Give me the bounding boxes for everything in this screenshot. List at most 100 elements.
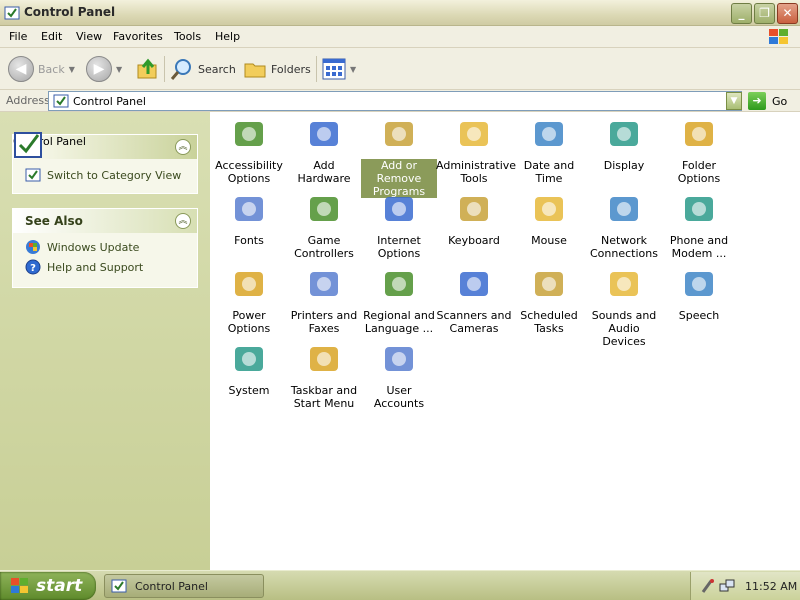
system-tray: 11:52 AM (690, 572, 800, 600)
control-panel-item-label: Taskbar and Start Menu (290, 384, 358, 410)
control-panel-item[interactable]: Folder Options (661, 116, 737, 185)
address-label: Address (6, 94, 50, 107)
menu-bar: File Edit View Favorites Tools Help (0, 26, 800, 48)
chevron-down-icon[interactable]: ▼ (69, 65, 75, 74)
control-panel-item[interactable]: Power Options (211, 266, 287, 335)
control-panel-item-label: Mouse (531, 234, 567, 247)
switch-category-view-link[interactable]: Switch to Category View (13, 165, 197, 185)
taskbar-button-control-panel[interactable]: Control Panel (104, 574, 264, 598)
chevron-down-icon[interactable]: ▼ (350, 65, 356, 74)
control-panel-item[interactable]: Regional and Language ... (361, 266, 437, 335)
forward-button[interactable]: ▶ ▼ (86, 54, 122, 84)
user-accounts-icon (385, 347, 413, 371)
control-panel-item[interactable]: System (211, 341, 287, 397)
control-panel-item-label: Scanners and Cameras (436, 309, 512, 335)
menu-edit[interactable]: Edit (41, 30, 62, 43)
collapse-icon[interactable]: ︽ (175, 139, 191, 155)
control-panel-item[interactable]: Scheduled Tasks (511, 266, 587, 335)
back-label: Back (38, 62, 65, 76)
scheduled-tasks-icon (535, 272, 563, 296)
control-panel-item[interactable]: Speech (661, 266, 737, 322)
control-panel-item-label: Printers and Faxes (290, 309, 358, 335)
tools-tray-icon[interactable] (701, 578, 715, 594)
control-panel-item[interactable]: Taskbar and Start Menu (286, 341, 362, 410)
items-view: Accessibility Options Add Hardware Add or … (210, 112, 800, 570)
date-time-icon (535, 122, 563, 146)
control-panel-item[interactable]: Fonts (211, 191, 287, 247)
clock[interactable]: 11:52 AM (745, 580, 797, 593)
control-panel-item[interactable]: Game Controllers (286, 191, 362, 260)
views-icon (322, 58, 346, 80)
start-label: start (36, 576, 83, 596)
folders-button[interactable]: Folders (243, 54, 311, 84)
control-panel-item[interactable]: Mouse (511, 191, 587, 247)
close-button[interactable]: ✕ (777, 3, 798, 24)
menu-view[interactable]: View (76, 30, 102, 43)
windows-logo-icon (769, 29, 788, 44)
toolbar: ◀ Back ▼ ▶ ▼ Search Folders ▼ (0, 48, 800, 90)
control-panel-item-label: Regional and Language ... (363, 309, 435, 335)
control-panel-item[interactable]: User Accounts (361, 341, 437, 410)
see-also-panel: See Also ︽ Windows Update ? Help and Sup… (12, 208, 198, 288)
minimize-button[interactable]: _ (731, 3, 752, 24)
address-dropdown-button[interactable]: ▼ (726, 92, 742, 110)
start-button[interactable]: start (0, 572, 96, 600)
control-panel-item[interactable]: Add or Remove Programs (361, 116, 437, 198)
control-panel-item-label: Phone and Modem ... (669, 234, 729, 260)
address-value: Control Panel (73, 94, 146, 108)
control-panel-item-label: Add Hardware (297, 159, 351, 185)
folders-label: Folders (271, 62, 311, 76)
network-connections-icon (610, 197, 638, 221)
control-panel-icon (4, 6, 20, 20)
control-panel-item[interactable]: Display (586, 116, 662, 172)
menu-help[interactable]: Help (215, 30, 240, 43)
control-panel-item[interactable]: Network Connections (586, 191, 662, 260)
control-panel-item[interactable]: Keyboard (436, 191, 512, 247)
go-button[interactable]: ➜ Go (748, 92, 787, 110)
panel-header[interactable]: See Also ︽ (13, 209, 197, 233)
control-panel-item[interactable]: Add Hardware (286, 116, 362, 185)
control-panel-icon (14, 132, 42, 158)
phone-modem-icon (685, 197, 713, 221)
control-panel-item[interactable]: Sounds and Audio Devices (586, 266, 662, 348)
taskbar: start Control Panel 11:52 AM (0, 570, 800, 600)
up-folder-icon (137, 58, 157, 79)
views-button[interactable]: ▼ (322, 54, 356, 84)
keyboard-icon (460, 197, 488, 221)
collapse-icon[interactable]: ︽ (175, 213, 191, 229)
control-panel-item-label: Folder Options (677, 159, 721, 185)
address-input[interactable]: Control Panel (48, 91, 742, 111)
menu-file[interactable]: File (9, 30, 27, 43)
help-support-link[interactable]: ? Help and Support (13, 257, 197, 277)
menu-tools[interactable]: Tools (174, 30, 201, 43)
up-folder-button[interactable] (136, 54, 160, 84)
control-panel-item[interactable]: Scanners and Cameras (436, 266, 512, 335)
control-panel-item[interactable]: Accessibility Options (211, 116, 287, 185)
window-title: Control Panel (24, 5, 116, 19)
back-arrow-icon: ◀ (8, 56, 34, 82)
control-panel-item[interactable]: Printers and Faxes (286, 266, 362, 335)
taskbar-start-menu-icon (310, 347, 338, 371)
regional-language-icon (385, 272, 413, 296)
title-bar[interactable]: Control Panel _ ❐ ✕ (0, 0, 800, 26)
control-panel-item[interactable]: Date and Time (511, 116, 587, 185)
search-button[interactable]: Search (170, 54, 236, 84)
control-panel-icon (25, 168, 41, 182)
control-panel-item-label: Keyboard (448, 234, 500, 247)
maximize-button[interactable]: ❐ (754, 3, 775, 24)
control-panel-item[interactable]: Internet Options (361, 191, 437, 260)
chevron-down-icon[interactable]: ▼ (116, 65, 122, 74)
go-arrow-icon: ➜ (748, 92, 766, 110)
panel-header[interactable]: Control Panel ︽ (13, 132, 197, 159)
panel-title: See Also (25, 214, 83, 228)
network-tray-icon[interactable] (719, 578, 735, 594)
system-icon (235, 347, 263, 371)
printers-faxes-icon (310, 272, 338, 296)
control-panel-item[interactable]: Phone and Modem ... (661, 191, 737, 260)
go-label: Go (772, 94, 788, 108)
windows-update-link[interactable]: Windows Update (13, 237, 197, 257)
back-button[interactable]: ◀ Back ▼ (8, 54, 75, 84)
menu-favorites[interactable]: Favorites (113, 30, 163, 43)
internet-options-icon (385, 197, 413, 221)
control-panel-item[interactable]: Administrative Tools (436, 116, 516, 185)
